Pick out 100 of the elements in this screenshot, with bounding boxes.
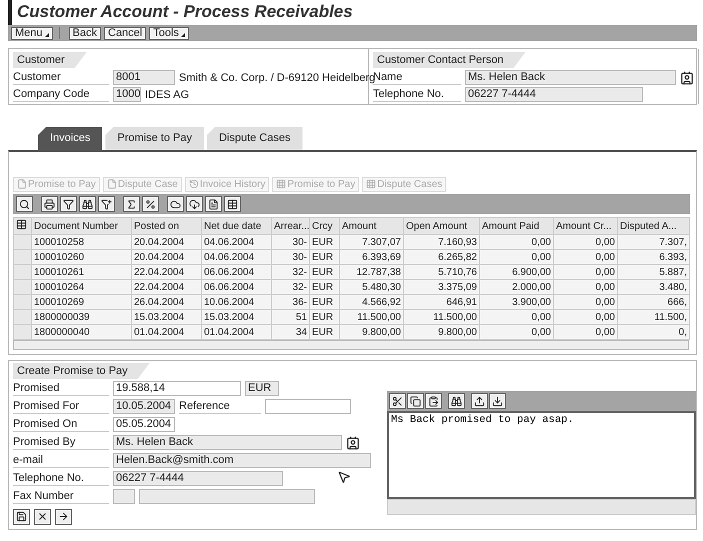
toolbar-button[interactable]: Back [68, 26, 101, 40]
printer-icon[interactable] [41, 196, 58, 212]
input-field[interactable] [113, 489, 135, 504]
table-cell: 26.04.2004 [132, 294, 202, 310]
history-icon [188, 179, 199, 189]
column-header[interactable]: Arrear... [272, 218, 310, 234]
table-cell: 36- [272, 294, 310, 310]
column-header[interactable]: Net due date [202, 218, 272, 234]
copy-icon[interactable] [407, 393, 424, 409]
filter-icon[interactable] [60, 196, 77, 212]
input-field[interactable]: 05.05.2004 [113, 417, 175, 432]
table-cell: 0,00 [480, 234, 554, 250]
input-field[interactable]: 19.588,14 [113, 381, 241, 396]
table-cell: 100010269 [32, 294, 132, 310]
table-cell: EUR [310, 310, 340, 324]
column-header[interactable]: Open Amount [404, 218, 480, 234]
sum-icon[interactable] [123, 196, 140, 212]
arrow-right-icon[interactable] [55, 508, 72, 524]
table-cell: EUR [310, 294, 340, 310]
binoculars-icon[interactable] [79, 196, 96, 212]
binoculars-icon[interactable] [448, 393, 465, 409]
table-cell: 0,00 [554, 234, 618, 250]
horizontal-scrollbar[interactable] [13, 340, 689, 350]
field-description: IDES AG [145, 88, 190, 100]
table-cell: 6.265,82 [404, 250, 480, 264]
column-header[interactable]: Crcy [310, 218, 340, 234]
scissors-icon[interactable] [389, 393, 406, 409]
field-label: Reference [179, 399, 261, 414]
save-icon[interactable] [13, 508, 30, 524]
table-cell: 04.06.2004 [202, 234, 272, 250]
cursor-icon [337, 470, 351, 484]
column-header[interactable]: Amount Paid [480, 218, 554, 234]
cloud-icon[interactable] [167, 196, 184, 212]
table-cell: 2.000,00 [480, 280, 554, 294]
download-icon[interactable] [489, 393, 506, 409]
table-cell: 30- [272, 250, 310, 264]
table-cell: EUR [310, 234, 340, 250]
input-field[interactable]: Ms. Helen Back [465, 70, 676, 85]
input-field[interactable]: Ms. Helen Back [113, 435, 342, 450]
grid-icon [276, 179, 286, 189]
note-field[interactable]: Ms Back promised to pay asap. [387, 411, 696, 499]
column-header[interactable]: Document Number [32, 218, 132, 234]
table-cell: 0,00 [554, 250, 618, 264]
menu-button[interactable]: Menu [11, 26, 53, 40]
document-icon [17, 179, 27, 189]
grid-icon [366, 179, 376, 189]
tab[interactable]: Promise to Pay [105, 127, 204, 150]
column-header[interactable]: Posted on [132, 218, 202, 234]
table-cell: 1800000039 [32, 310, 132, 324]
field-label: Promised [13, 381, 109, 396]
field-description: Smith & Co. Corp. / D-69120 Heidelberg [179, 72, 376, 84]
table-cell: EUR [310, 264, 340, 280]
table-cell: 30- [272, 234, 310, 250]
column-header[interactable]: Amount Cr... [554, 218, 618, 234]
input-field[interactable]: 06227 7-4444 [113, 471, 283, 486]
table-cell: 20.04.2004 [132, 234, 202, 250]
input-field[interactable]: Helen.Back@smith.com [113, 453, 371, 468]
table-cell: 0,00 [554, 310, 618, 324]
table-cell: 5.710,76 [404, 264, 480, 280]
currency-field[interactable]: EUR [245, 381, 279, 396]
table-cell: 100010264 [32, 280, 132, 294]
input-field[interactable]: 06227 7-4444 [465, 87, 643, 102]
field-label: Name [373, 70, 461, 85]
toolbar-button[interactable]: Cancel [104, 26, 146, 40]
input-field[interactable] [265, 399, 351, 414]
table-cell: 6.900,00 [480, 264, 554, 280]
table-cell: 646,91 [404, 294, 480, 310]
paste-icon[interactable] [425, 393, 442, 409]
menu-button[interactable]: Tools [149, 26, 189, 40]
cloud-download-icon[interactable] [186, 196, 203, 212]
table-cell: EUR [310, 324, 340, 340]
column-header[interactable]: Disputed A... [618, 218, 690, 234]
field-label: Promised By [13, 435, 109, 450]
table-cell: 1800000040 [32, 324, 132, 340]
input-field[interactable]: 1000 [113, 87, 141, 102]
table-cell: 3.480, [618, 280, 690, 294]
tab[interactable]: Invoices [38, 127, 102, 150]
table-cell: 32- [272, 264, 310, 280]
table-cell: 0,00 [480, 250, 554, 264]
search-icon[interactable] [16, 196, 33, 212]
table-icon[interactable] [224, 196, 241, 212]
table-cell: 0,00 [554, 294, 618, 310]
table-cell: 5.480,30 [340, 280, 404, 294]
document-icon [106, 179, 117, 189]
close-icon[interactable] [34, 508, 51, 524]
table-cell: 32- [272, 280, 310, 294]
input-field[interactable]: 10.05.2004 [113, 399, 175, 414]
tab[interactable]: Dispute Cases [206, 127, 302, 150]
document-icon[interactable] [205, 196, 222, 212]
input-field[interactable]: 8001 [113, 70, 175, 85]
table-cell: 100010261 [32, 264, 132, 280]
table-cell: 20.04.2004 [132, 250, 202, 264]
table-cell: 10.06.2004 [202, 294, 272, 310]
percent-icon[interactable] [142, 196, 159, 212]
input-field[interactable] [139, 489, 315, 504]
filter-plus-icon[interactable] [98, 196, 115, 212]
table-cell: 22.04.2004 [132, 264, 202, 280]
upload-icon[interactable] [471, 393, 488, 409]
column-header[interactable]: Amount [340, 218, 404, 234]
field-label: Fax Number [13, 489, 109, 504]
